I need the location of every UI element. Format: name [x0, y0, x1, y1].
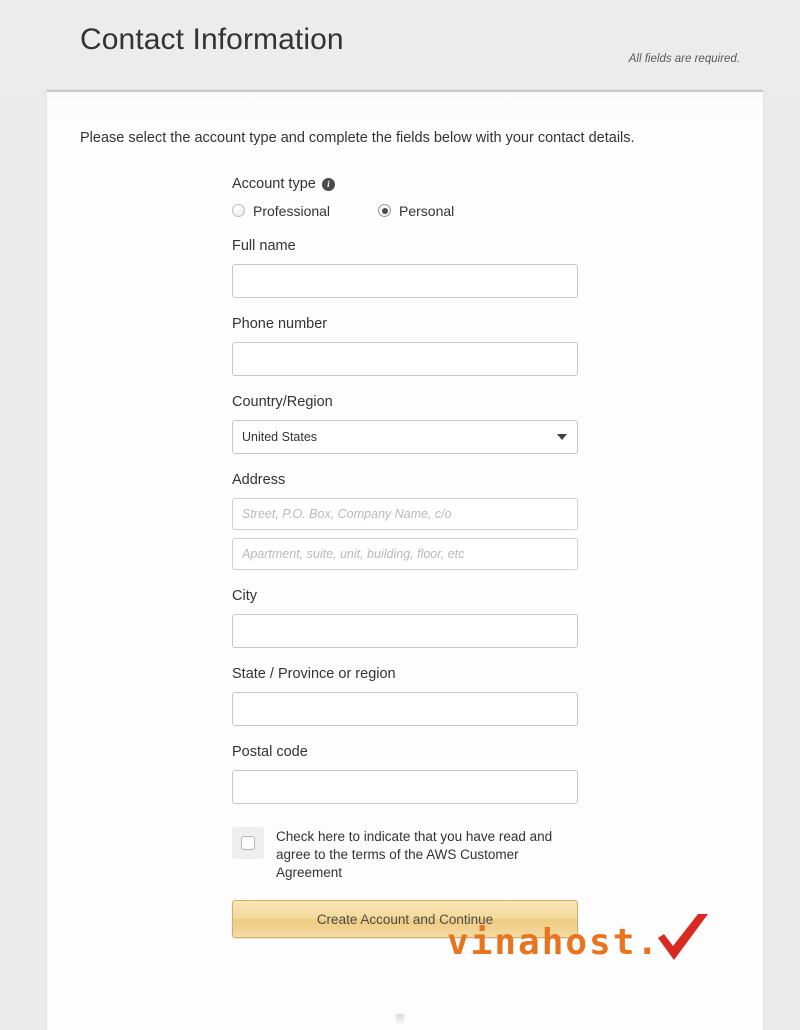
address-label: Address [232, 471, 286, 488]
checkbox-box-icon [241, 835, 255, 850]
address-line2-input[interactable] [232, 537, 578, 570]
page-header: Contact Information All fields are requi… [0, 0, 800, 90]
address-field-block: Address [232, 471, 582, 570]
create-account-button[interactable]: Create Account and Continue [232, 900, 578, 939]
phone-number-input[interactable] [232, 341, 578, 376]
state-field-block: State / Province or region [232, 665, 582, 726]
state-input[interactable] [232, 691, 578, 726]
radio-personal-dot[interactable] [378, 204, 391, 218]
page-title: Contact Information [80, 23, 344, 56]
radio-personal[interactable]: Personal [378, 203, 454, 219]
agreement-row: Check here to indicate that you have rea… [232, 826, 582, 883]
address-line1-input[interactable] [232, 497, 578, 530]
form-panel: Please select the account type and compl… [47, 90, 763, 1030]
state-label: State / Province or region [232, 665, 396, 682]
full-name-label: Full name [232, 237, 296, 254]
phone-number-label: Phone number [232, 315, 328, 332]
radio-professional-dot[interactable] [232, 204, 245, 218]
full-name-field-block: Full name [232, 237, 582, 298]
city-input[interactable] [232, 613, 578, 648]
country-region-label: Country/Region [232, 393, 333, 410]
info-icon[interactable]: i [321, 178, 335, 192]
contact-form: Account type i Professional Personal Ful… [232, 176, 582, 939]
radio-personal-label: Personal [399, 202, 455, 219]
account-type-label: Account type [232, 176, 316, 192]
bottom-artifact [396, 1014, 404, 1024]
city-field-block: City [232, 587, 582, 648]
postal-code-field-block: Postal code [232, 743, 582, 804]
postal-code-input[interactable] [232, 769, 578, 804]
agreement-text: Check here to indicate that you have rea… [276, 828, 553, 880]
contact-information-page: Contact Information All fields are requi… [0, 0, 800, 1030]
account-type-label-row: Account type i [232, 176, 582, 193]
country-region-select[interactable]: United States [232, 419, 578, 454]
full-name-input[interactable] [232, 263, 578, 298]
form-intro-text: Please select the account type and compl… [80, 130, 635, 146]
required-fields-note: All fields are required. [628, 53, 740, 65]
account-type-radio-group: Professional Personal [232, 203, 582, 219]
radio-professional-label: Professional [253, 202, 331, 219]
postal-code-label: Postal code [232, 743, 308, 760]
form-panel-inner: Please select the account type and compl… [47, 92, 763, 1030]
agreement-checkbox[interactable] [232, 826, 264, 859]
country-region-field-block: Country/Region United States [232, 393, 582, 454]
phone-number-field-block: Phone number [232, 315, 582, 376]
city-label: City [232, 587, 257, 604]
radio-professional[interactable]: Professional [232, 203, 378, 219]
country-region-select-wrap[interactable]: United States [232, 419, 578, 454]
